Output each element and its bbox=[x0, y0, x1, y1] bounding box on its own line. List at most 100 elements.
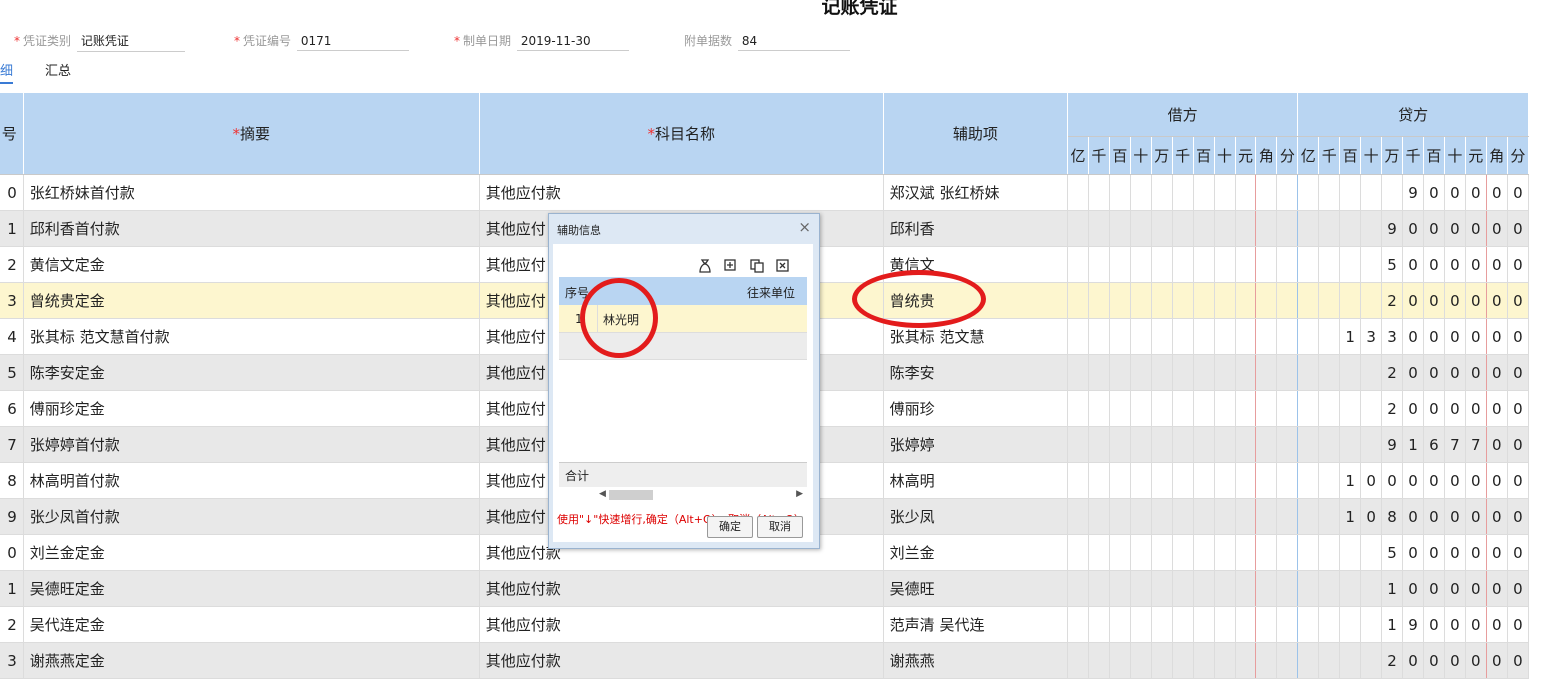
debit-digit-cell[interactable] bbox=[1109, 390, 1131, 427]
debit-digit-cell[interactable] bbox=[1214, 210, 1236, 247]
credit-digit-cell[interactable]: 0 bbox=[1423, 354, 1445, 391]
credit-digit-cell[interactable]: 0 bbox=[1486, 534, 1508, 571]
debit-digit-cell[interactable] bbox=[1214, 570, 1236, 607]
debit-digit-cell[interactable] bbox=[1235, 570, 1257, 607]
credit-digit-cell[interactable]: 9 bbox=[1402, 606, 1424, 643]
credit-digit-cell[interactable]: 0 bbox=[1486, 570, 1508, 607]
credit-digit-cell[interactable]: 2 bbox=[1381, 354, 1404, 391]
credit-digit-cell[interactable]: 0 bbox=[1444, 246, 1466, 283]
row-summary[interactable]: 林高明首付款 bbox=[23, 462, 480, 499]
credit-digit-cell[interactable] bbox=[1381, 174, 1404, 211]
row-summary[interactable]: 吴德旺定金 bbox=[23, 570, 480, 607]
credit-digit-cell[interactable]: 2 bbox=[1381, 642, 1404, 679]
credit-digit-cell[interactable] bbox=[1318, 498, 1341, 535]
row-summary[interactable]: 陈李安定金 bbox=[23, 354, 480, 391]
credit-digit-cell[interactable] bbox=[1297, 462, 1320, 499]
row-summary[interactable]: 黄信文定金 bbox=[23, 246, 480, 283]
debit-digit-cell[interactable] bbox=[1109, 174, 1131, 211]
credit-digit-cell[interactable] bbox=[1297, 642, 1320, 679]
debit-digit-cell[interactable] bbox=[1235, 534, 1257, 571]
credit-digit-cell[interactable]: 2 bbox=[1381, 282, 1404, 319]
debit-digit-cell[interactable] bbox=[1088, 642, 1110, 679]
debit-digit-cell[interactable] bbox=[1214, 282, 1236, 319]
debit-digit-cell[interactable] bbox=[1214, 426, 1236, 463]
credit-digit-cell[interactable]: 5 bbox=[1381, 534, 1404, 571]
tab-summary[interactable]: 汇总 bbox=[45, 60, 71, 79]
credit-digit-cell[interactable]: 3 bbox=[1381, 318, 1404, 355]
credit-digit-cell[interactable] bbox=[1339, 246, 1362, 283]
credit-digit-cell[interactable]: 0 bbox=[1465, 534, 1487, 571]
debit-digit-cell[interactable] bbox=[1193, 570, 1215, 607]
credit-digit-cell[interactable] bbox=[1297, 570, 1320, 607]
delete-row-icon[interactable] bbox=[775, 258, 791, 274]
debit-digit-cell[interactable] bbox=[1088, 282, 1110, 319]
scroll-thumb[interactable] bbox=[609, 490, 653, 500]
row-aux[interactable]: 邱利香 bbox=[883, 210, 1069, 247]
debit-digit-cell[interactable] bbox=[1235, 174, 1257, 211]
credit-digit-cell[interactable]: 6 bbox=[1423, 426, 1445, 463]
debit-digit-cell[interactable] bbox=[1109, 426, 1131, 463]
cancel-button[interactable]: 取消 bbox=[757, 516, 803, 538]
scroll-right-icon[interactable]: ▶ bbox=[796, 489, 803, 499]
debit-digit-cell[interactable] bbox=[1151, 534, 1173, 571]
debit-digit-cell[interactable] bbox=[1193, 174, 1215, 211]
credit-digit-cell[interactable]: 9 bbox=[1381, 426, 1404, 463]
debit-digit-cell[interactable] bbox=[1193, 426, 1215, 463]
row-account[interactable]: 其他应付款 bbox=[479, 606, 884, 643]
debit-digit-cell[interactable] bbox=[1172, 642, 1194, 679]
debit-digit-cell[interactable] bbox=[1130, 534, 1152, 571]
credit-digit-cell[interactable]: 0 bbox=[1486, 642, 1508, 679]
credit-digit-cell[interactable] bbox=[1318, 534, 1341, 571]
credit-digit-cell[interactable] bbox=[1318, 174, 1341, 211]
voucher-no-value[interactable]: 0171 bbox=[296, 34, 409, 51]
row-seq[interactable]: 2 bbox=[0, 606, 24, 643]
debit-digit-cell[interactable] bbox=[1130, 642, 1152, 679]
credit-digit-cell[interactable]: 0 bbox=[1507, 426, 1530, 463]
credit-digit-cell[interactable] bbox=[1297, 174, 1320, 211]
credit-digit-cell[interactable]: 0 bbox=[1507, 642, 1530, 679]
debit-digit-cell[interactable] bbox=[1255, 390, 1278, 427]
credit-digit-cell[interactable] bbox=[1318, 246, 1341, 283]
credit-digit-cell[interactable]: 0 bbox=[1507, 246, 1530, 283]
attach-value[interactable]: 84 bbox=[737, 34, 850, 51]
debit-digit-cell[interactable] bbox=[1151, 498, 1173, 535]
row-seq[interactable]: 2 bbox=[0, 246, 24, 283]
credit-digit-cell[interactable]: 0 bbox=[1507, 462, 1530, 499]
credit-digit-cell[interactable]: 0 bbox=[1444, 318, 1466, 355]
money-bag-icon[interactable] bbox=[697, 258, 713, 274]
credit-digit-cell[interactable] bbox=[1297, 246, 1320, 283]
credit-digit-cell[interactable] bbox=[1318, 318, 1341, 355]
debit-digit-cell[interactable] bbox=[1067, 282, 1089, 319]
debit-digit-cell[interactable] bbox=[1067, 354, 1089, 391]
credit-digit-cell[interactable]: 1 bbox=[1381, 606, 1404, 643]
credit-digit-cell[interactable]: 0 bbox=[1423, 498, 1445, 535]
credit-digit-cell[interactable] bbox=[1339, 426, 1362, 463]
credit-digit-cell[interactable]: 0 bbox=[1465, 210, 1487, 247]
debit-digit-cell[interactable] bbox=[1235, 246, 1257, 283]
row-seq[interactable]: 8 bbox=[0, 462, 24, 499]
debit-digit-cell[interactable] bbox=[1109, 498, 1131, 535]
debit-digit-cell[interactable] bbox=[1255, 462, 1278, 499]
credit-digit-cell[interactable] bbox=[1360, 354, 1383, 391]
row-aux[interactable]: 傅丽珍 bbox=[883, 390, 1069, 427]
credit-digit-cell[interactable] bbox=[1318, 354, 1341, 391]
credit-digit-cell[interactable]: 0 bbox=[1444, 462, 1466, 499]
debit-digit-cell[interactable] bbox=[1109, 606, 1131, 643]
row-summary[interactable]: 张少凤首付款 bbox=[23, 498, 480, 535]
debit-digit-cell[interactable] bbox=[1193, 642, 1215, 679]
debit-digit-cell[interactable] bbox=[1067, 246, 1089, 283]
credit-digit-cell[interactable] bbox=[1360, 246, 1383, 283]
row-seq[interactable]: 6 bbox=[0, 390, 24, 427]
debit-digit-cell[interactable] bbox=[1214, 354, 1236, 391]
credit-digit-cell[interactable] bbox=[1297, 534, 1320, 571]
credit-digit-cell[interactable]: 0 bbox=[1402, 354, 1424, 391]
debit-digit-cell[interactable] bbox=[1088, 426, 1110, 463]
debit-digit-cell[interactable] bbox=[1109, 246, 1131, 283]
credit-digit-cell[interactable] bbox=[1339, 282, 1362, 319]
credit-digit-cell[interactable]: 0 bbox=[1423, 570, 1445, 607]
credit-digit-cell[interactable]: 0 bbox=[1402, 390, 1424, 427]
debit-digit-cell[interactable] bbox=[1172, 210, 1194, 247]
ok-button[interactable]: 确定 bbox=[707, 516, 753, 538]
credit-digit-cell[interactable]: 0 bbox=[1465, 498, 1487, 535]
debit-digit-cell[interactable] bbox=[1109, 462, 1131, 499]
